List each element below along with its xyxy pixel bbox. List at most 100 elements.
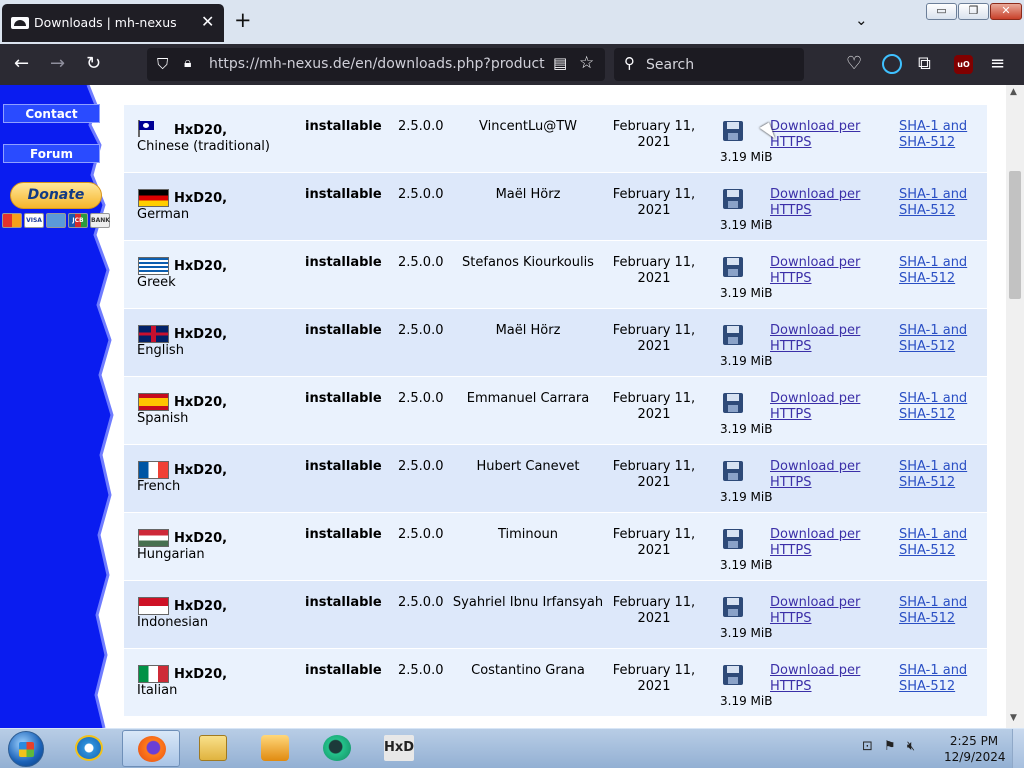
download-line-1: Download per [770, 391, 861, 406]
floppy-disk-icon[interactable] [723, 665, 743, 685]
date-line-1: February 11, [612, 119, 696, 134]
new-tab-button[interactable]: + [234, 8, 252, 32]
download-link[interactable]: Download per HTTPS [770, 187, 870, 219]
checksum-link[interactable]: SHA-1 and SHA-512 [899, 527, 969, 559]
nav-forum-link[interactable]: Forum [3, 144, 100, 163]
taskbar-firefox[interactable] [122, 730, 180, 767]
version: 2.5.0.0 [398, 391, 444, 406]
lock-icon[interactable]: 🔒︎ [184, 55, 191, 71]
taskbar-app[interactable] [308, 730, 366, 767]
language: Greek [137, 275, 176, 290]
download-link[interactable]: Download per HTTPS [770, 323, 870, 355]
scrollbar-thumb[interactable] [1009, 171, 1021, 299]
vertical-scrollbar[interactable]: ▲ ▼ [1006, 85, 1024, 728]
tab-downloads[interactable]: Downloads | mh-nexus ✕ [2, 4, 224, 42]
show-desktop-button[interactable] [1012, 729, 1024, 768]
taskbar-internet-explorer[interactable] [60, 730, 118, 767]
ublock-origin-icon[interactable]: uO [954, 55, 973, 74]
checksum-link[interactable]: SHA-1 and SHA-512 [899, 391, 969, 423]
germany-flag-icon [138, 189, 169, 207]
close-tab-icon[interactable]: ✕ [201, 12, 214, 31]
hash-line-1: SHA-1 and [899, 663, 968, 678]
download-link[interactable]: Download per HTTPS [770, 255, 870, 287]
floppy-disk-icon[interactable] [723, 529, 743, 549]
url-text[interactable]: https://mh-nexus.de/en/downloads.php?pro… [209, 56, 545, 72]
account-icon[interactable] [882, 54, 902, 74]
scroll-down-icon[interactable]: ▼ [1010, 713, 1017, 723]
translator: Maël Hörz [495, 323, 561, 338]
hash-line-1: SHA-1 and [899, 323, 968, 338]
download-link[interactable]: Download per HTTPS [770, 527, 870, 559]
hash-line-2: SHA-512 [899, 407, 956, 422]
close-window-button[interactable]: ✕ [990, 3, 1022, 20]
taskbar-hxd[interactable]: HxD [370, 730, 428, 767]
checksum-link[interactable]: SHA-1 and SHA-512 [899, 323, 969, 355]
checksum-link[interactable]: SHA-1 and SHA-512 [899, 663, 969, 695]
floppy-disk-icon[interactable] [723, 325, 743, 345]
donate-button[interactable]: Donate [10, 182, 102, 209]
install-type: installable [305, 663, 382, 678]
file-size: 3.19 MiB [720, 626, 773, 640]
date-line-1: February 11, [612, 663, 696, 678]
floppy-disk-icon[interactable] [723, 597, 743, 617]
floppy-disk-icon[interactable] [723, 257, 743, 277]
download-line-1: Download per [770, 595, 861, 610]
floppy-disk-icon[interactable] [723, 461, 743, 481]
nav-contact-link[interactable]: Contact [3, 104, 100, 123]
download-link[interactable]: Download per HTTPS [770, 391, 870, 423]
product-name: HxD20, [174, 667, 228, 682]
date-line-2: 2021 [637, 339, 671, 354]
date-line-1: February 11, [612, 595, 696, 610]
extensions-icon[interactable]: ⧉ [918, 54, 931, 74]
address-bar[interactable]: ⛉ 🔒︎ https://mh-nexus.de/en/downloads.ph… [147, 48, 605, 81]
taskbar-clock[interactable]: 2:25 PM 12/9/2024 [944, 733, 1006, 765]
browser-window: Downloads | mh-nexus ✕ + ⌄ ▭ ❐ ✕ ← → ↻ ⛉… [0, 0, 1024, 768]
checksum-link[interactable]: SHA-1 and SHA-512 [899, 459, 969, 491]
network-icon[interactable]: ⊡ [862, 739, 873, 754]
app-menu-icon[interactable]: ≡ [990, 54, 1005, 74]
bookmark-star-icon[interactable]: ☆ [579, 53, 594, 73]
search-box[interactable]: ⚲ Search [614, 48, 804, 81]
download-link[interactable]: Download per HTTPS [770, 663, 870, 695]
checksum-link[interactable]: SHA-1 and SHA-512 [899, 255, 969, 287]
version: 2.5.0.0 [398, 255, 444, 270]
floppy-disk-icon[interactable] [723, 189, 743, 209]
firefox-icon [138, 736, 166, 762]
action-center-flag-icon[interactable]: ⚑ [884, 739, 896, 754]
back-icon[interactable]: ← [14, 54, 29, 74]
site-favicon-icon [11, 17, 29, 29]
pocket-icon[interactable]: ♡ [846, 54, 862, 74]
search-icon: ⚲ [624, 54, 635, 72]
download-line-2: HTTPS [770, 679, 812, 694]
download-line-1: Download per [770, 187, 861, 202]
release-date: February 11, 2021 [604, 459, 704, 491]
nav-toolbar: ← → ↻ ⛉ 🔒︎ https://mh-nexus.de/en/downlo… [0, 44, 1024, 85]
tracking-shield-icon[interactable]: ⛉ [157, 55, 168, 73]
download-link[interactable]: Download per HTTPS [770, 119, 870, 151]
greece-flag-icon [138, 257, 169, 275]
date-line-2: 2021 [637, 543, 671, 558]
maximize-button[interactable]: ❐ [958, 3, 989, 20]
start-button[interactable] [8, 731, 44, 767]
volume-muted-icon[interactable]: 🔇︎ [907, 739, 915, 754]
download-line-1: Download per [770, 119, 861, 134]
scroll-up-icon[interactable]: ▲ [1010, 87, 1017, 97]
download-link[interactable]: Download per HTTPS [770, 459, 870, 491]
taskbar-media-player[interactable] [246, 730, 304, 767]
checksum-link[interactable]: SHA-1 and SHA-512 [899, 187, 969, 219]
download-link[interactable]: Download per HTTPS [770, 595, 870, 627]
checksum-link[interactable]: SHA-1 and SHA-512 [899, 119, 969, 151]
file-size: 3.19 MiB [720, 218, 773, 232]
list-all-tabs-icon[interactable]: ⌄ [855, 11, 868, 29]
taskbar-file-explorer[interactable] [184, 730, 242, 767]
reload-icon[interactable]: ↻ [86, 54, 101, 74]
date-line-1: February 11, [612, 323, 696, 338]
forward-icon[interactable]: → [50, 54, 65, 74]
app-icon [323, 735, 351, 761]
minimize-button[interactable]: ▭ [926, 3, 957, 20]
floppy-disk-icon[interactable] [723, 121, 743, 141]
checksum-link[interactable]: SHA-1 and SHA-512 [899, 595, 969, 627]
reader-view-icon[interactable]: ▤ [553, 54, 567, 72]
floppy-disk-icon[interactable] [723, 393, 743, 413]
hungary-flag-icon [138, 529, 169, 547]
